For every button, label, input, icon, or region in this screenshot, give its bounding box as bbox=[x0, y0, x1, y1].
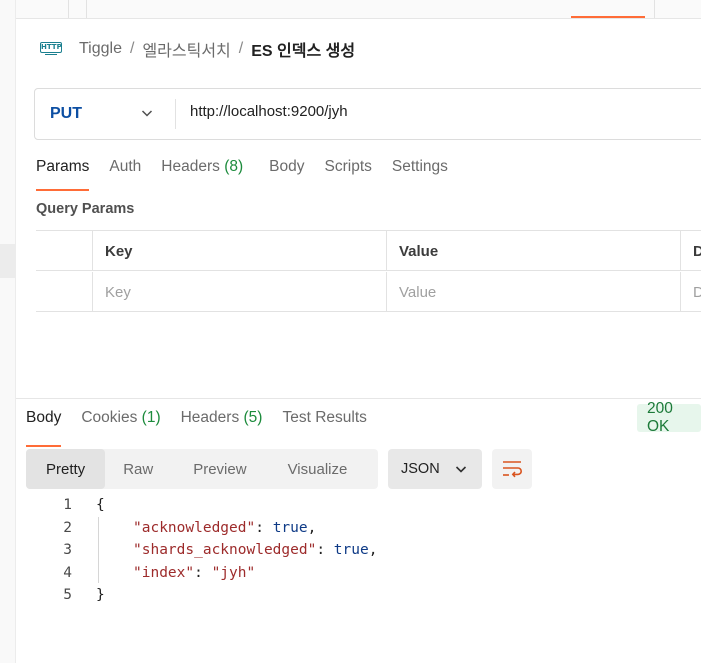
tab-headers[interactable]: Headers (8) bbox=[161, 158, 243, 188]
tab-response-headers[interactable]: Headers (5) bbox=[181, 409, 263, 439]
json-line: "index": "jyh" bbox=[133, 565, 256, 581]
json-key: "acknowledged" bbox=[133, 520, 256, 536]
breadcrumb-separator: / bbox=[238, 40, 244, 57]
json-key: "shards_acknowledged" bbox=[133, 542, 317, 558]
view-visualize-button[interactable]: Visualize bbox=[288, 449, 348, 489]
indent-guide bbox=[98, 517, 99, 583]
format-select[interactable]: JSON bbox=[388, 449, 482, 489]
breadcrumb-workspace[interactable]: Tiggle bbox=[79, 40, 122, 58]
json-line: "shards_acknowledged": true, bbox=[133, 542, 378, 558]
tab-auth[interactable]: Auth bbox=[109, 158, 141, 188]
line-number: 2 bbox=[63, 520, 72, 536]
sidebar-selected-item[interactable] bbox=[0, 244, 16, 278]
tab-body[interactable]: Body bbox=[269, 158, 304, 188]
format-label: JSON bbox=[401, 461, 440, 477]
tab-test-results[interactable]: Test Results bbox=[282, 409, 366, 439]
table-header-row: Key Value D bbox=[36, 231, 701, 271]
page-title[interactable]: ES 인덱스 생성 bbox=[251, 37, 355, 61]
breadcrumb: HTTP Tiggle / 엘라스틱서치 / ES 인덱스 생성 bbox=[40, 36, 355, 62]
json-line: "acknowledged": true, bbox=[133, 520, 317, 536]
method-label: PUT bbox=[50, 105, 82, 122]
tab-scripts[interactable]: Scripts bbox=[325, 158, 372, 188]
method-select[interactable]: PUT bbox=[35, 89, 175, 139]
view-preview-button[interactable]: Preview bbox=[193, 449, 246, 489]
request-tab-strip bbox=[16, 0, 701, 19]
chevron-down-icon bbox=[141, 110, 153, 117]
response-body-viewer[interactable]: 1 2 3 4 5 { "acknowledged": true, "shard… bbox=[26, 495, 701, 615]
json-open-brace: { bbox=[96, 497, 105, 513]
key-column-header: Key bbox=[92, 231, 386, 271]
view-pretty-button[interactable]: Pretty bbox=[26, 449, 106, 489]
param-key-input[interactable]: Key bbox=[92, 272, 386, 312]
query-params-title: Query Params bbox=[36, 201, 135, 217]
breadcrumb-separator: / bbox=[129, 40, 135, 57]
tab-response-body[interactable]: Body bbox=[26, 409, 62, 447]
query-params-table: Key Value D Key Value D bbox=[36, 230, 701, 312]
pane-resize-handle[interactable] bbox=[16, 398, 701, 399]
table-row: Key Value D bbox=[36, 272, 701, 312]
breadcrumb-collection[interactable]: 엘라스틱서치 bbox=[142, 37, 230, 61]
json-value: true bbox=[333, 542, 369, 558]
active-tab-indicator bbox=[571, 16, 645, 18]
param-value-input[interactable]: Value bbox=[386, 272, 680, 312]
view-raw-button[interactable]: Raw bbox=[123, 449, 153, 489]
view-mode-toggle: Pretty Raw Preview Visualize bbox=[26, 449, 378, 489]
json-key: "index" bbox=[133, 565, 195, 581]
request-url-bar: PUT bbox=[34, 88, 701, 140]
chevron-down-icon bbox=[455, 466, 467, 473]
checkbox-column-header bbox=[36, 231, 92, 271]
left-sidebar bbox=[0, 0, 16, 663]
status-badge[interactable]: 200 OK bbox=[637, 400, 701, 435]
cookies-count: (1) bbox=[141, 409, 161, 426]
json-close-brace: } bbox=[96, 587, 105, 603]
tab-params[interactable]: Params bbox=[36, 158, 90, 191]
row-checkbox[interactable] bbox=[36, 272, 92, 312]
json-value: "jyh" bbox=[211, 565, 256, 581]
http-request-icon: HTTP bbox=[40, 39, 62, 59]
response-headers-count: (5) bbox=[243, 409, 263, 426]
line-number: 3 bbox=[63, 542, 72, 558]
wrap-lines-button[interactable] bbox=[492, 449, 532, 489]
tab-cookies[interactable]: Cookies (1) bbox=[81, 409, 160, 439]
param-description-input[interactable]: D bbox=[680, 272, 701, 312]
line-number: 1 bbox=[63, 497, 72, 513]
line-number: 5 bbox=[63, 587, 72, 603]
wrap-lines-icon bbox=[503, 461, 522, 478]
request-tabs: Params Auth Headers (8) Body Scripts Set… bbox=[36, 158, 468, 191]
value-column-header: Value bbox=[386, 231, 680, 271]
line-number: 4 bbox=[63, 565, 72, 581]
tab-settings[interactable]: Settings bbox=[392, 158, 448, 188]
json-value: true bbox=[272, 520, 308, 536]
response-tabs: Body Cookies (1) Headers (5) Test Result… bbox=[26, 409, 387, 447]
description-column-header: D bbox=[680, 231, 701, 271]
url-input[interactable] bbox=[190, 103, 690, 120]
headers-count: (8) bbox=[224, 158, 244, 175]
